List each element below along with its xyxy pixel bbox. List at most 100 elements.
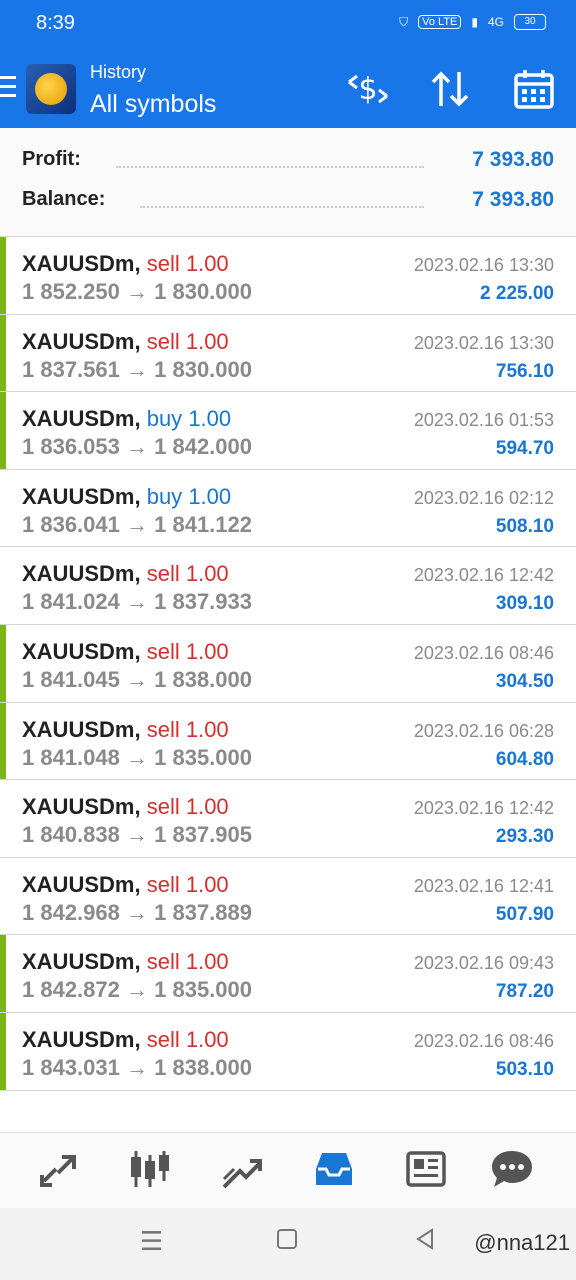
trade-list: XAUUSDm, sell 1.00 1 852.250 → 1 830.000 2… — [0, 237, 576, 1091]
trade-prices: 1 842.872 → 1 835.000 — [22, 977, 252, 1003]
trade-row[interactable]: XAUUSDm, sell 1.00 1 841.024 → 1 837.933 2… — [0, 547, 576, 625]
calendar-icon[interactable] — [510, 66, 558, 114]
trade-symbol: XAUUSDm, — [22, 638, 141, 664]
trade-icon — [222, 1159, 262, 1189]
trade-prices: 1 836.053 → 1 842.000 — [22, 434, 252, 460]
trade-time: 2023.02.16 12:42 — [413, 565, 554, 586]
trade-volume: 1.00 — [188, 483, 232, 509]
recent-apps-icon[interactable]: ☰ — [140, 1226, 163, 1257]
arrow-icon: → — [126, 666, 148, 692]
profit-value: 7 393.80 — [472, 148, 554, 171]
system-navigation-bar: ☰ @nna121 — [0, 1208, 576, 1280]
close-price: 1 842.000 — [154, 434, 252, 460]
trade-volume: 1.00 — [185, 1026, 229, 1052]
trade-time: 2023.02.16 01:53 — [413, 410, 554, 431]
trade-direction: sell — [146, 716, 180, 742]
trade-prices: 1 843.031 → 1 838.000 — [22, 1055, 252, 1081]
home-icon[interactable] — [276, 1226, 298, 1257]
open-price: 1 842.872 — [22, 977, 120, 1003]
page-title[interactable]: All symbols — [90, 90, 216, 119]
trade-profit: 293.30 — [495, 826, 554, 848]
trade-prices: 1 841.048 → 1 835.000 — [22, 745, 252, 771]
trade-row[interactable]: XAUUSDm, sell 1.00 1 841.045 → 1 838.000 2… — [0, 624, 576, 703]
arrow-icon: → — [126, 589, 148, 615]
back-icon[interactable] — [414, 1226, 436, 1257]
arrow-icon: → — [126, 279, 148, 304]
trade-direction: sell — [146, 251, 180, 276]
quotes-icon — [40, 1155, 76, 1187]
trade-volume: 1.00 — [185, 794, 229, 820]
trade-row[interactable]: XAUUSDm, sell 1.00 1 843.031 → 1 838.000 2… — [0, 1012, 576, 1091]
trade-title: XAUUSDm, sell 1.00 — [22, 794, 229, 820]
nav-chat[interactable] — [482, 1147, 542, 1193]
close-price: 1 837.905 — [154, 822, 252, 848]
trade-time: 2023.02.16 13:30 — [413, 255, 554, 275]
open-price: 1 841.024 — [22, 589, 120, 615]
nav-trade[interactable] — [212, 1147, 272, 1193]
trade-title: XAUUSDm, sell 1.00 — [22, 639, 229, 665]
trade-volume: 1.00 — [185, 716, 229, 742]
trade-profit: 787.20 — [495, 981, 554, 1003]
profit-row: Profit: 7 393.80 — [22, 148, 554, 182]
trade-prices: 1 836.041 → 1 841.122 — [22, 512, 252, 538]
balance-label: Balance: — [22, 188, 106, 210]
trade-symbol: XAUUSDm, — [22, 251, 141, 276]
balance-value: 7 393.80 — [472, 188, 554, 211]
balance-row: Balance: 7 393.80 — [22, 188, 554, 222]
trade-prices: 1 842.968 → 1 837.889 — [22, 900, 252, 926]
trade-row[interactable]: XAUUSDm, sell 1.00 1 841.048 → 1 835.000 2… — [0, 702, 576, 781]
open-price: 1 852.250 — [22, 279, 120, 304]
trade-time: 2023.02.16 08:46 — [413, 1030, 554, 1051]
trade-row[interactable]: XAUUSDm, sell 1.00 1 840.838 → 1 837.905 2… — [0, 780, 576, 858]
trade-title: XAUUSDm, sell 1.00 — [22, 561, 229, 587]
trade-symbol: XAUUSDm, — [22, 871, 141, 897]
shield-icon: ⛉ — [399, 14, 409, 29]
trade-row[interactable]: XAUUSDm, sell 1.00 1 842.872 → 1 835.000 2… — [0, 935, 576, 1013]
nav-news[interactable] — [396, 1147, 456, 1193]
profit-indicator-bar — [0, 237, 6, 314]
profit-indicator-bar — [0, 702, 6, 780]
close-price: 1 838.000 — [154, 666, 252, 692]
trade-time: 2023.02.16 02:12 — [413, 487, 554, 508]
trade-symbol: XAUUSDm, — [22, 949, 141, 975]
nav-history[interactable] — [304, 1147, 364, 1193]
arrow-icon: → — [126, 899, 148, 925]
trade-direction: sell — [146, 638, 180, 664]
chart-candles-icon — [131, 1151, 169, 1187]
nav-chart[interactable] — [120, 1147, 180, 1193]
trade-symbol: XAUUSDm, — [22, 328, 141, 354]
trade-volume: 1.00 — [188, 406, 232, 432]
trade-profit: 508.10 — [495, 515, 554, 537]
trade-time: 2023.02.16 09:43 — [413, 953, 554, 974]
menu-icon[interactable] — [0, 76, 16, 102]
status-icons: ⛉ Vo LTE ▮ 4G 30 — [399, 14, 546, 30]
currency-exchange-icon[interactable]: $ — [344, 66, 392, 114]
nav-quotes[interactable] — [28, 1147, 88, 1193]
network-type: 4G — [487, 15, 504, 29]
trade-symbol: XAUUSDm, — [22, 1026, 141, 1052]
trade-row[interactable]: XAUUSDm, buy 1.00 1 836.041 → 1 841.122 20… — [0, 470, 576, 548]
trade-row[interactable]: XAUUSDm, buy 1.00 1 836.053 → 1 842.000 20… — [0, 392, 576, 470]
trade-direction: sell — [146, 1026, 180, 1052]
trade-profit: 507.90 — [495, 903, 554, 925]
close-price: 1 835.000 — [154, 744, 252, 770]
sort-icon[interactable] — [426, 66, 474, 114]
open-price: 1 840.838 — [22, 822, 120, 848]
chat-icon — [492, 1151, 532, 1187]
trade-title: XAUUSDm, sell 1.00 — [22, 329, 229, 355]
trade-volume: 1.00 — [185, 328, 229, 354]
trade-title: XAUUSDm, sell 1.00 — [22, 717, 229, 743]
profit-indicator-bar — [0, 935, 6, 1012]
trade-profit: 503.10 — [495, 1058, 554, 1080]
trade-volume: 1.00 — [185, 949, 229, 975]
open-price: 1 841.045 — [22, 666, 120, 692]
trade-row[interactable]: XAUUSDm, sell 1.00 1 852.250 → 1 830.000 2… — [0, 237, 576, 315]
bottom-navigation — [0, 1132, 576, 1209]
trade-row[interactable]: XAUUSDm, sell 1.00 1 842.968 → 1 837.889 2… — [0, 858, 576, 936]
trade-volume: 1.00 — [185, 251, 229, 276]
profit-indicator-bar — [0, 392, 6, 469]
arrow-icon: → — [126, 977, 148, 1003]
trade-profit: 309.10 — [495, 593, 554, 615]
trade-row[interactable]: XAUUSDm, sell 1.00 1 837.561 → 1 830.000 2… — [0, 314, 576, 393]
open-price: 1 841.048 — [22, 744, 120, 770]
